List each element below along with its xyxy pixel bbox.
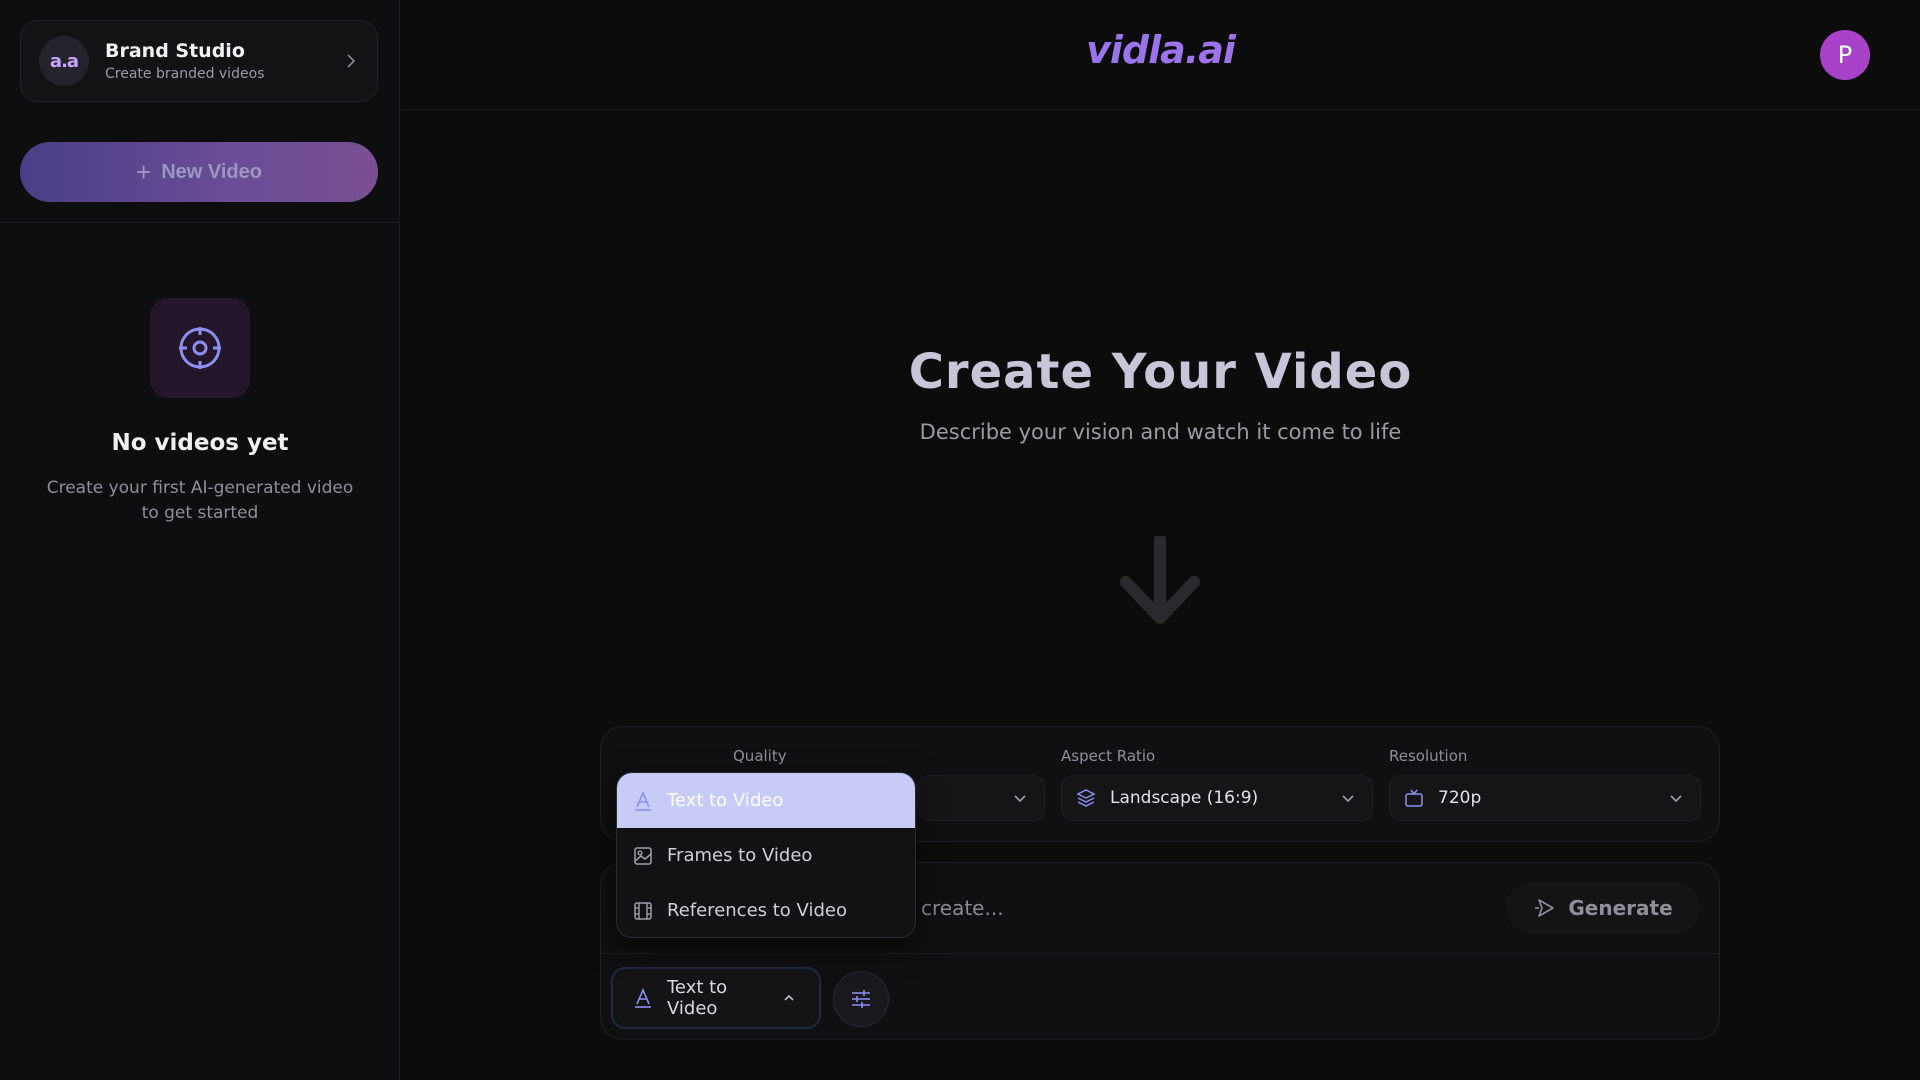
film-icon xyxy=(634,901,652,920)
mode-select-button[interactable]: Text to Video xyxy=(611,967,821,1029)
avatar-initial: P xyxy=(1837,41,1853,69)
brand-title: Brand Studio xyxy=(105,40,245,62)
user-avatar[interactable]: P xyxy=(1820,30,1870,80)
aspect-ratio-label: Aspect Ratio xyxy=(1061,747,1156,765)
menu-item-label: References to Video xyxy=(667,900,847,921)
quality-label: Quality xyxy=(733,747,787,765)
sidebar: a.a Brand Studio Create branded videos +… xyxy=(0,0,400,1080)
mode-dropdown-menu: Text to Video Frames to Video References… xyxy=(616,772,916,938)
menu-item-label: Frames to Video xyxy=(667,845,813,866)
mode-select-value: Text to Video xyxy=(667,977,728,1019)
tv-icon xyxy=(1405,789,1423,807)
new-video-label: New Video xyxy=(161,160,262,183)
layers-icon xyxy=(1076,789,1096,807)
send-icon xyxy=(1535,899,1555,917)
top-header: vidla.ai P xyxy=(401,0,1920,110)
resolution-select[interactable]: 720p xyxy=(1389,775,1701,821)
brand-subtitle: Create branded videos xyxy=(105,66,265,82)
aspect-ratio-select[interactable]: Landscape (16:9) xyxy=(1061,775,1373,821)
chevron-down-icon xyxy=(1670,795,1682,803)
menu-item-label: Text to Video xyxy=(667,790,784,811)
generate-label: Generate xyxy=(1568,896,1673,920)
target-icon xyxy=(179,327,221,369)
resolution-label: Resolution xyxy=(1389,747,1468,765)
new-video-button[interactable]: + New Video xyxy=(20,142,378,202)
brand-text: Brand Studio Create branded videos xyxy=(105,40,343,82)
quality-select[interactable] xyxy=(917,775,1045,821)
prompt-divider xyxy=(601,953,1719,954)
arrow-down-icon xyxy=(1120,536,1200,624)
image-icon xyxy=(634,846,652,865)
menu-item-references-to-video[interactable]: References to Video xyxy=(617,883,915,937)
generate-button[interactable]: Generate xyxy=(1506,883,1701,933)
menu-item-text-to-video[interactable]: Text to Video xyxy=(617,773,915,828)
page-subtitle: Describe your vision and watch it come t… xyxy=(919,420,1402,444)
settings-toggle-button[interactable] xyxy=(833,971,889,1027)
text-a-icon xyxy=(635,790,651,811)
brand-logo: a.a xyxy=(39,36,89,86)
brand-studio-card[interactable]: a.a Brand Studio Create branded videos xyxy=(20,20,378,102)
empty-state-icon-box xyxy=(150,298,250,398)
app-logo[interactable]: vidla.ai xyxy=(401,28,1920,72)
aspect-ratio-value: Landscape (16:9) xyxy=(1110,788,1259,808)
chevron-up-icon xyxy=(784,994,794,1001)
menu-item-frames-to-video[interactable]: Frames to Video xyxy=(617,828,915,883)
brand-logo-text: a.a xyxy=(49,50,79,72)
empty-state-description: Create your first AI-generated video to … xyxy=(46,478,354,523)
sliders-icon xyxy=(852,990,870,1008)
empty-state-title: No videos yet xyxy=(111,430,289,456)
chevron-down-icon xyxy=(1014,795,1026,803)
chevron-right-icon xyxy=(347,54,356,68)
text-a-icon xyxy=(635,988,651,1008)
chevron-down-icon xyxy=(1342,795,1354,803)
sidebar-divider xyxy=(0,222,400,223)
page-title: Create Your Video xyxy=(908,344,1413,400)
resolution-value: 720p xyxy=(1438,788,1482,808)
plus-icon: + xyxy=(136,156,152,187)
